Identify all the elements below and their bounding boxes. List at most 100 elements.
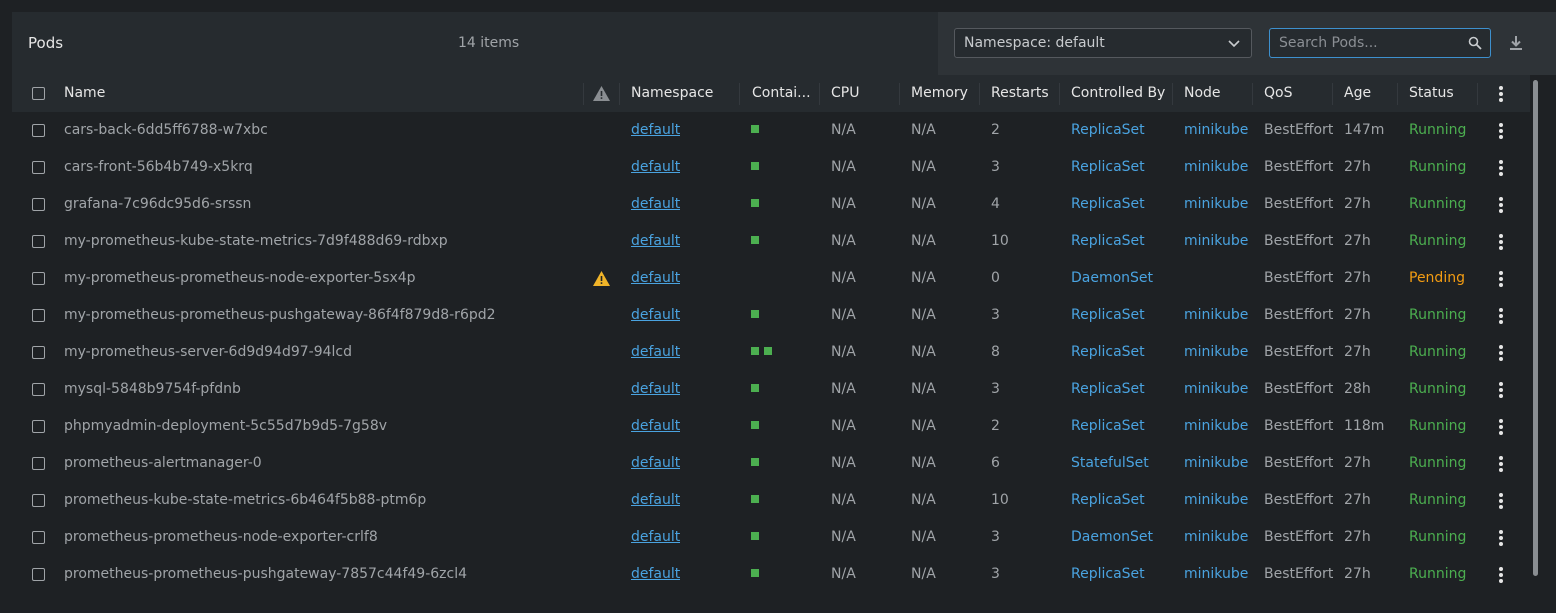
table-row[interactable]: phpmyadmin-deployment-5c55d7b9d5-7g58v de… xyxy=(12,408,1530,445)
warning-column-icon[interactable] xyxy=(592,85,611,102)
warning-icon[interactable] xyxy=(592,270,611,287)
table-row[interactable]: grafana-7c96dc95d6-srssn default N/A N/A 4 Re… xyxy=(12,186,1530,223)
pod-controlled-by-link[interactable]: ReplicaSet xyxy=(1071,556,1145,593)
row-menu-icon[interactable] xyxy=(1499,234,1503,250)
pod-namespace-link[interactable]: default xyxy=(631,519,680,556)
pod-namespace-link[interactable]: default xyxy=(631,482,680,519)
pod-name[interactable]: cars-back-6dd5ff6788-w7xbc xyxy=(64,112,268,149)
pod-controlled-by-link[interactable]: ReplicaSet xyxy=(1071,149,1145,186)
row-checkbox[interactable] xyxy=(32,531,45,544)
pod-namespace-link[interactable]: default xyxy=(631,149,680,186)
pod-node-link[interactable]: minikube xyxy=(1184,371,1248,408)
row-checkbox[interactable] xyxy=(32,161,45,174)
scrollbar[interactable] xyxy=(1533,80,1538,576)
pod-node-link[interactable]: minikube xyxy=(1184,334,1248,371)
pod-namespace-link[interactable]: default xyxy=(631,334,680,371)
row-menu-icon[interactable] xyxy=(1499,345,1503,361)
pod-name[interactable]: my-prometheus-prometheus-pushgateway-86f… xyxy=(64,297,496,334)
row-menu-icon[interactable] xyxy=(1499,382,1503,398)
col-controlled-by[interactable]: Controlled By xyxy=(1071,75,1165,112)
pod-controlled-by-link[interactable]: ReplicaSet xyxy=(1071,408,1145,445)
table-row[interactable]: cars-front-56b4b749-x5krq default N/A N/A 3 R… xyxy=(12,149,1530,186)
table-row[interactable]: cars-back-6dd5ff6788-w7xbc default N/A N/A 2… xyxy=(12,112,1530,149)
pod-controlled-by-link[interactable]: DaemonSet xyxy=(1071,260,1153,297)
table-row[interactable]: my-prometheus-kube-state-metrics-7d9f488… xyxy=(12,223,1530,260)
row-menu-icon[interactable] xyxy=(1499,567,1503,583)
row-menu-icon[interactable] xyxy=(1499,493,1503,509)
row-checkbox[interactable] xyxy=(32,235,45,248)
col-cpu[interactable]: CPU xyxy=(831,75,859,112)
pod-controlled-by-link[interactable]: ReplicaSet xyxy=(1071,371,1145,408)
row-checkbox[interactable] xyxy=(32,568,45,581)
col-node[interactable]: Node xyxy=(1184,75,1221,112)
pod-controlled-by-link[interactable]: ReplicaSet xyxy=(1071,186,1145,223)
table-row[interactable]: my-prometheus-prometheus-node-exporter-5… xyxy=(12,260,1530,297)
row-checkbox[interactable] xyxy=(32,198,45,211)
pod-namespace-link[interactable]: default xyxy=(631,112,680,149)
col-containers[interactable]: Contai... xyxy=(752,75,810,112)
pod-controlled-by-link[interactable]: ReplicaSet xyxy=(1071,297,1145,334)
pod-name[interactable]: my-prometheus-kube-state-metrics-7d9f488… xyxy=(64,223,448,260)
pod-name[interactable]: my-prometheus-prometheus-node-exporter-5… xyxy=(64,260,416,297)
pod-namespace-link[interactable]: default xyxy=(631,371,680,408)
pod-namespace-link[interactable]: default xyxy=(631,186,680,223)
row-menu-icon[interactable] xyxy=(1499,456,1503,472)
row-menu-icon[interactable] xyxy=(1499,271,1503,287)
pod-node-link[interactable]: minikube xyxy=(1184,223,1248,260)
pod-name[interactable]: my-prometheus-server-6d9d94d97-94lcd xyxy=(64,334,352,371)
pod-node-link[interactable]: minikube xyxy=(1184,556,1248,593)
pod-node-link[interactable]: minikube xyxy=(1184,408,1248,445)
search-icon[interactable] xyxy=(1468,36,1482,50)
pod-controlled-by-link[interactable]: ReplicaSet xyxy=(1071,223,1145,260)
table-row[interactable]: my-prometheus-prometheus-pushgateway-86f… xyxy=(12,297,1530,334)
pod-controlled-by-link[interactable]: ReplicaSet xyxy=(1071,334,1145,371)
pod-node-link[interactable]: minikube xyxy=(1184,186,1248,223)
pod-namespace-link[interactable]: default xyxy=(631,408,680,445)
search-box[interactable] xyxy=(1269,28,1491,58)
row-checkbox[interactable] xyxy=(32,346,45,359)
pod-namespace-link[interactable]: default xyxy=(631,445,680,482)
row-menu-icon[interactable] xyxy=(1499,160,1503,176)
row-menu-icon[interactable] xyxy=(1499,419,1503,435)
row-checkbox[interactable] xyxy=(32,124,45,137)
col-qos[interactable]: QoS xyxy=(1264,75,1292,112)
pod-name[interactable]: cars-front-56b4b749-x5krq xyxy=(64,149,253,186)
namespace-select[interactable]: Namespace: default xyxy=(954,28,1252,58)
select-all-checkbox[interactable] xyxy=(32,87,45,100)
table-row[interactable]: my-prometheus-server-6d9d94d97-94lcd defa… xyxy=(12,334,1530,371)
pod-controlled-by-link[interactable]: DaemonSet xyxy=(1071,519,1153,556)
pod-name[interactable]: mysql-5848b9754f-pfdnb xyxy=(64,371,241,408)
pod-controlled-by-link[interactable]: StatefulSet xyxy=(1071,445,1149,482)
pod-name[interactable]: prometheus-alertmanager-0 xyxy=(64,445,262,482)
row-checkbox[interactable] xyxy=(32,309,45,322)
row-menu-icon[interactable] xyxy=(1499,530,1503,546)
pod-name[interactable]: prometheus-prometheus-node-exporter-crlf… xyxy=(64,519,378,556)
search-input[interactable] xyxy=(1279,34,1459,52)
pod-node-link[interactable]: minikube xyxy=(1184,445,1248,482)
pod-name[interactable]: phpmyadmin-deployment-5c55d7b9d5-7g58v xyxy=(64,408,387,445)
col-memory[interactable]: Memory xyxy=(911,75,968,112)
table-row[interactable]: prometheus-alertmanager-0 default N/A N/A 6 S… xyxy=(12,445,1530,482)
pod-node-link[interactable]: minikube xyxy=(1184,297,1248,334)
pod-node-link[interactable]: minikube xyxy=(1184,112,1248,149)
pod-namespace-link[interactable]: default xyxy=(631,297,680,334)
pod-name[interactable]: prometheus-prometheus-pushgateway-7857c4… xyxy=(64,556,467,593)
col-age[interactable]: Age xyxy=(1344,75,1371,112)
table-row[interactable]: prometheus-prometheus-pushgateway-7857c4… xyxy=(12,556,1530,593)
col-status[interactable]: Status xyxy=(1409,75,1454,112)
row-checkbox[interactable] xyxy=(32,457,45,470)
table-row[interactable]: prometheus-kube-state-metrics-6b464f5b88… xyxy=(12,482,1530,519)
pod-node-link[interactable]: minikube xyxy=(1184,149,1248,186)
table-row[interactable]: mysql-5848b9754f-pfdnb default N/A N/A 3 Repl… xyxy=(12,371,1530,408)
download-icon[interactable] xyxy=(1507,34,1525,52)
col-name[interactable]: Name xyxy=(64,75,105,112)
pod-node-link[interactable]: minikube xyxy=(1184,519,1248,556)
pod-controlled-by-link[interactable]: ReplicaSet xyxy=(1071,112,1145,149)
pod-name[interactable]: prometheus-kube-state-metrics-6b464f5b88… xyxy=(64,482,426,519)
row-menu-icon[interactable] xyxy=(1499,197,1503,213)
row-checkbox[interactable] xyxy=(32,494,45,507)
pod-controlled-by-link[interactable]: ReplicaSet xyxy=(1071,482,1145,519)
col-namespace[interactable]: Namespace xyxy=(631,75,713,112)
column-menu-icon[interactable] xyxy=(1499,86,1503,102)
pod-namespace-link[interactable]: default xyxy=(631,223,680,260)
